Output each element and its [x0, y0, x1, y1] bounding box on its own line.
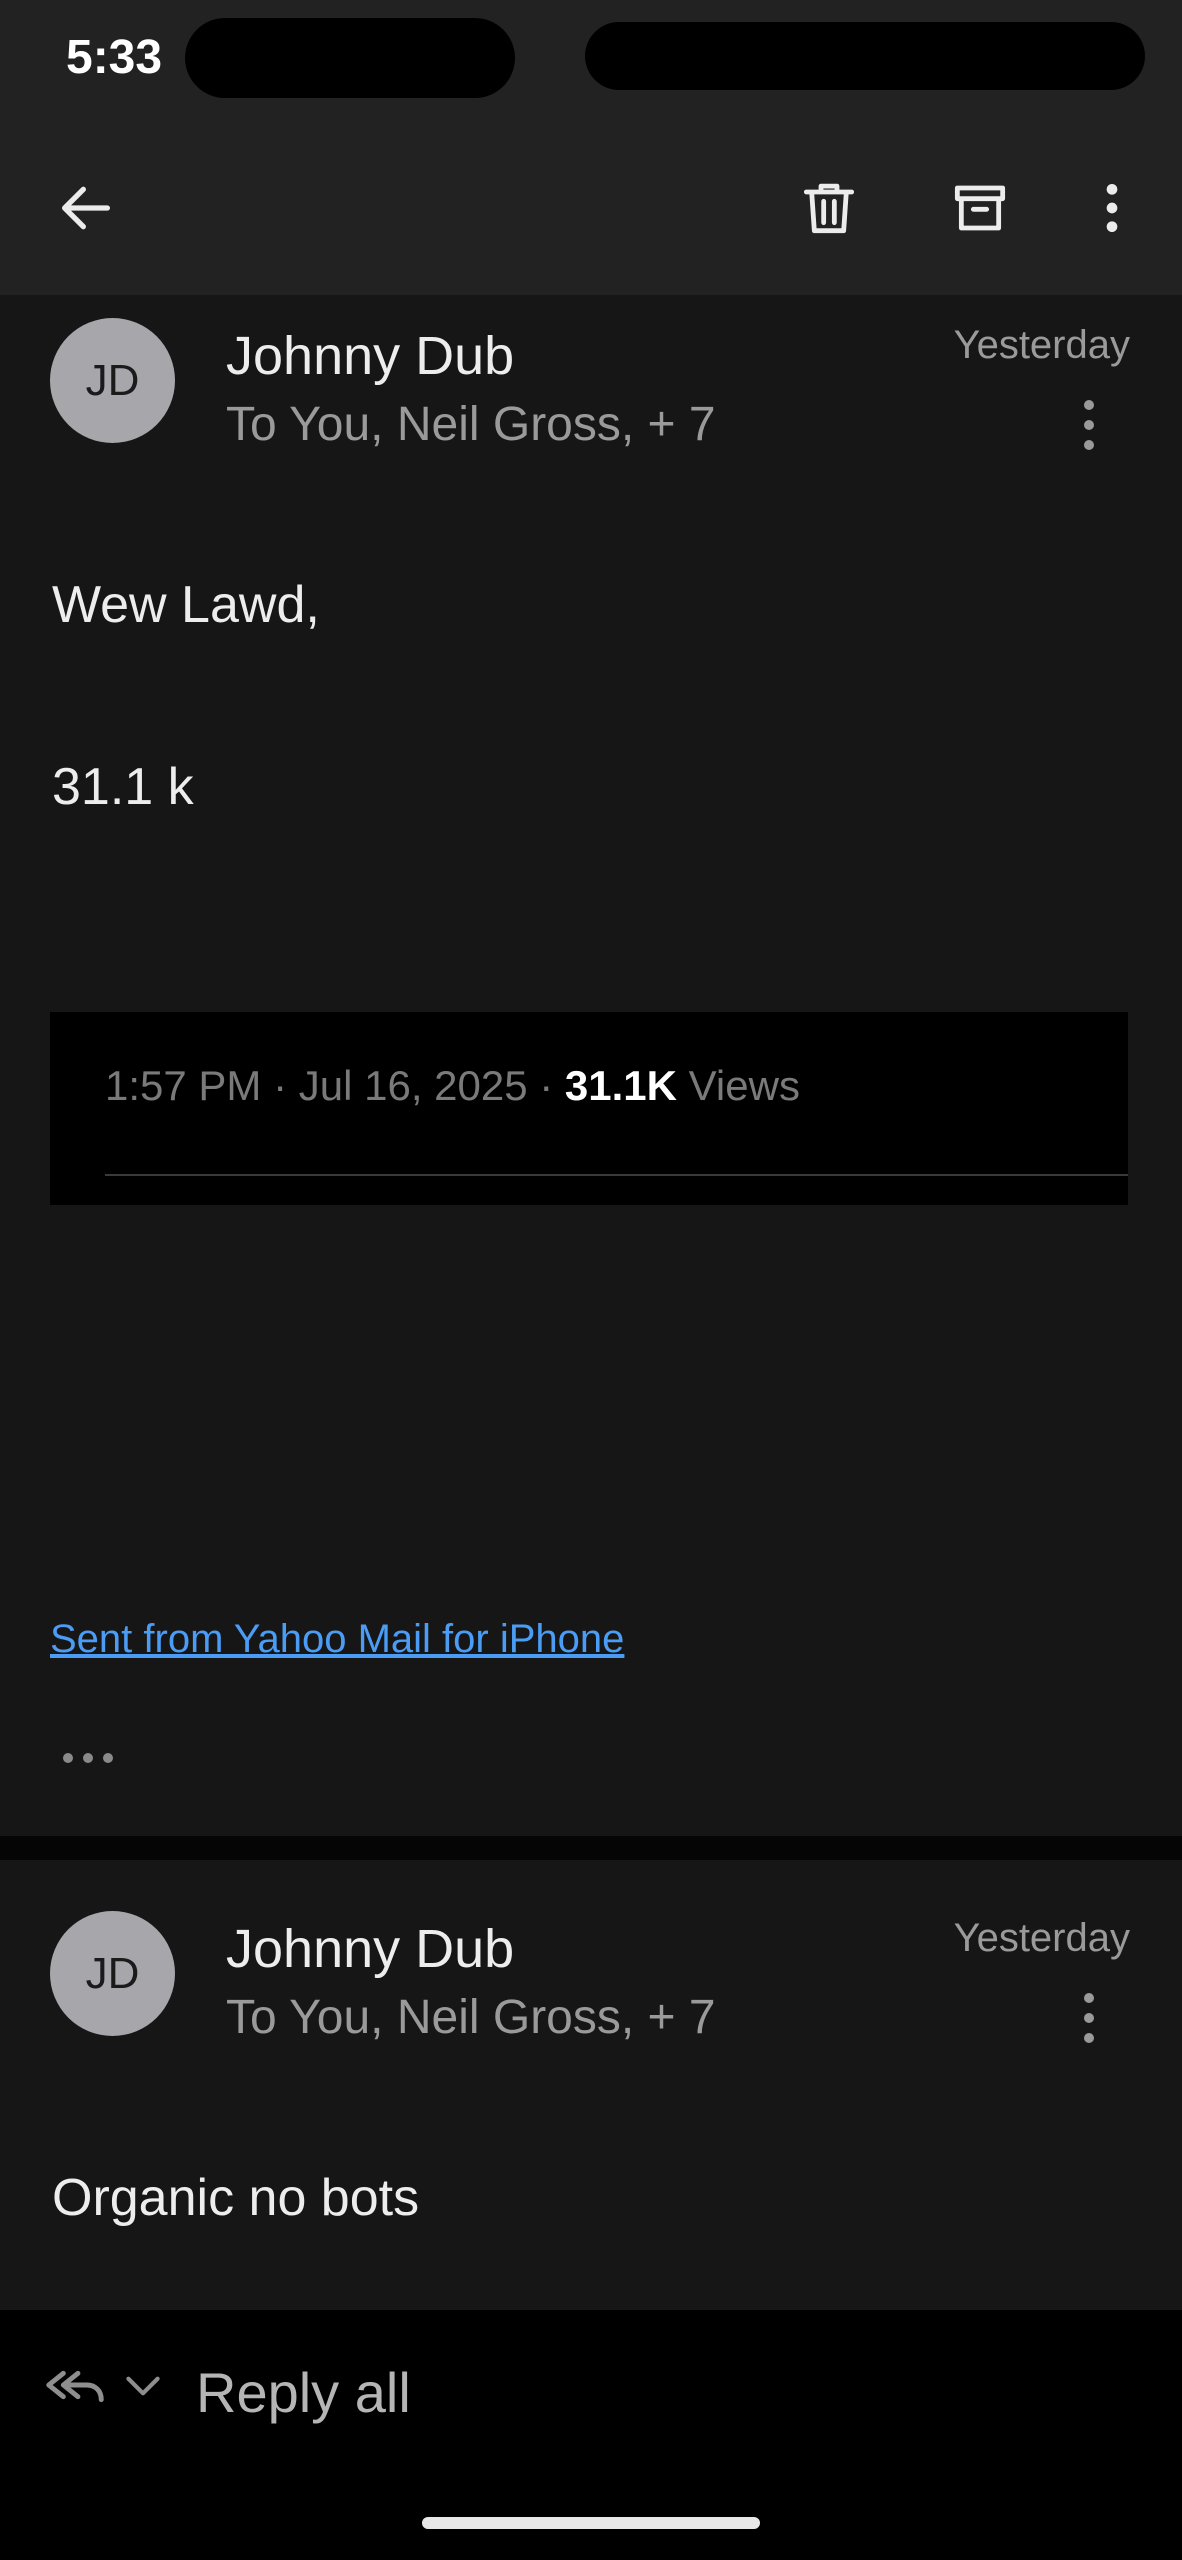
- recipients[interactable]: To You, Neil Gross, + 7: [226, 397, 716, 452]
- message-greeting: Wew Lawd,: [52, 576, 320, 634]
- embedded-post-image: 1:57 PM · Jul 16, 2025 · 31.1K Views: [50, 1012, 1128, 1205]
- trash-icon: [803, 183, 855, 234]
- status-time: 5:33: [66, 31, 163, 84]
- delete-button[interactable]: [781, 160, 877, 256]
- sender-name[interactable]: Johnny Dub: [226, 325, 514, 387]
- message-options-button[interactable]: [1074, 395, 1104, 455]
- reply-all-button[interactable]: Reply all: [196, 2360, 411, 2425]
- post-meta: 1:57 PM · Jul 16, 2025 · 31.1K Views: [105, 1062, 800, 1110]
- reply-all-icon[interactable]: [40, 2350, 110, 2420]
- message-date: Yesterday: [953, 1916, 1130, 1960]
- email-message: JD Johnny Dub To You, Neil Gross, + 7 Ye…: [0, 1860, 1182, 2310]
- status-bar: 5:33: [0, 0, 1182, 120]
- email-toolbar: [0, 120, 1182, 295]
- show-quoted-button[interactable]: [58, 1738, 118, 1778]
- signature-link[interactable]: Sent from Yahoo Mail for iPhone: [50, 1617, 624, 1662]
- kebab-icon: [1106, 184, 1118, 232]
- message-options-button[interactable]: [1074, 1988, 1104, 2048]
- recipients[interactable]: To You, Neil Gross, + 7: [226, 1990, 716, 2045]
- back-button[interactable]: [38, 160, 134, 256]
- sender-name[interactable]: Johnny Dub: [226, 1918, 514, 1980]
- message-divider: [0, 1836, 1182, 1860]
- post-views-label: Views: [677, 1062, 800, 1109]
- reply-bar: Reply all: [0, 2310, 1182, 2560]
- avatar[interactable]: JD: [50, 1911, 175, 2036]
- redaction-mark: [185, 18, 515, 98]
- avatar[interactable]: JD: [50, 318, 175, 443]
- home-indicator[interactable]: [422, 2517, 760, 2529]
- post-time-date: 1:57 PM · Jul 16, 2025 ·: [105, 1062, 565, 1109]
- kebab-icon: [1084, 400, 1094, 450]
- kebab-icon: [1084, 1993, 1094, 2043]
- chevron-down-icon[interactable]: [118, 2360, 168, 2410]
- message-line: 31.1 k: [52, 758, 194, 816]
- ellipsis-icon: [63, 1753, 113, 1763]
- post-views-count: 31.1K: [564, 1062, 677, 1109]
- divider: [105, 1174, 1128, 1176]
- redaction-mark: [585, 22, 1145, 90]
- arrow-left-icon: [62, 186, 110, 230]
- message-date: Yesterday: [953, 323, 1130, 367]
- more-options-button[interactable]: [1064, 160, 1160, 256]
- archive-button[interactable]: [932, 160, 1028, 256]
- archive-icon: [954, 185, 1006, 231]
- message-body: Organic no bots: [52, 2169, 420, 2227]
